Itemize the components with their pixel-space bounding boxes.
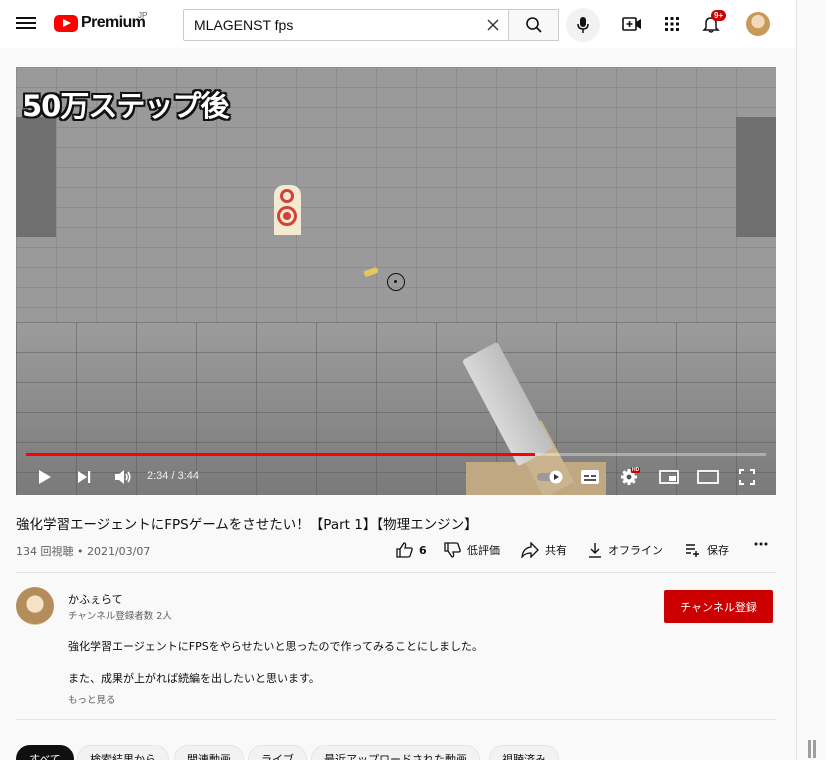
download-icon [589, 543, 601, 558]
share-icon [521, 542, 539, 558]
play-icon [39, 470, 51, 484]
thumbs-up-icon [396, 542, 413, 558]
play-button[interactable] [33, 465, 57, 489]
channel-name[interactable]: かふぇらて [68, 591, 123, 607]
chip-live[interactable]: ライブ [248, 745, 307, 760]
video-frame-pillar [736, 117, 776, 237]
divider [16, 572, 776, 573]
time-current: 2:34 [147, 470, 169, 482]
search-icon [525, 17, 542, 33]
youtube-watch-page: Premium JP MLAGENST fps 9+ 50万ステップ後 2:34… [0, 0, 826, 760]
youtube-play-icon [54, 14, 78, 32]
account-avatar[interactable] [746, 12, 770, 36]
search-query[interactable]: MLAGENST fps [194, 17, 293, 33]
chip-watched[interactable]: 視聴済み [489, 745, 559, 760]
playlist-add-icon [686, 544, 699, 557]
search-button[interactable] [508, 9, 559, 41]
miniplayer-icon [659, 470, 679, 484]
microphone-icon [577, 17, 589, 33]
show-more-link[interactable]: もっと見る [68, 692, 116, 706]
share-label: 共有 [545, 544, 567, 557]
autoplay-toggle-icon [537, 470, 563, 484]
more-horizontal-icon [754, 542, 768, 546]
voice-search-button[interactable] [566, 8, 600, 42]
thumbs-down-icon [444, 542, 461, 558]
shooting-target [274, 185, 301, 235]
next-button[interactable] [72, 465, 96, 489]
share-button[interactable]: 共有 [521, 542, 567, 558]
youtube-logo[interactable]: Premium [54, 14, 146, 32]
search-input[interactable]: MLAGENST fps [183, 9, 509, 41]
video-meta: 134 回視聴 • 2021/03/07 [16, 545, 151, 558]
save-button[interactable]: 保存 [685, 542, 729, 558]
channel-subscriber-count: チャンネル登録者数 2人 [68, 611, 172, 622]
create-video-icon [622, 17, 641, 31]
subtitles-icon [581, 470, 599, 484]
menu-icon[interactable] [16, 14, 36, 34]
subscribe-button[interactable]: チャンネル登録 [664, 590, 773, 623]
video-frame-pillar [16, 117, 56, 237]
time-display: 2:34 / 3:44 [147, 470, 199, 482]
subtitles-button[interactable] [578, 465, 602, 489]
chip-all[interactable]: すべて [16, 745, 74, 760]
volume-button[interactable] [111, 465, 135, 489]
clear-icon[interactable] [485, 17, 501, 33]
video-player[interactable]: 50万ステップ後 2:34 / 3:44 HD [16, 67, 776, 495]
time-separator: / [168, 470, 178, 482]
autoplay-toggle[interactable] [536, 465, 566, 489]
scrollbar-grip[interactable] [808, 740, 820, 760]
player-controls: 2:34 / 3:44 HD [16, 459, 776, 495]
time-total: 3:44 [177, 470, 200, 482]
more-actions-button[interactable] [754, 542, 774, 546]
notifications-button[interactable]: 9+ [699, 10, 727, 36]
logo-region: JP [138, 11, 148, 20]
fullscreen-button[interactable] [735, 465, 759, 489]
like-button[interactable]: 6 [396, 542, 427, 558]
divider [16, 719, 776, 720]
channel-avatar[interactable] [16, 587, 54, 625]
apps-button[interactable] [660, 12, 684, 36]
description-line: また、成果が上がれば続編を出したいと思います。 [68, 672, 320, 685]
like-count: 6 [419, 543, 427, 557]
volume-icon [115, 470, 131, 484]
chip-recently-uploaded[interactable]: 最近アップロードされた動画 [311, 745, 480, 760]
create-video-button[interactable] [620, 12, 644, 36]
chip-related[interactable]: 関連動画 [174, 745, 244, 760]
settings-button[interactable]: HD [617, 465, 641, 489]
theater-mode-icon [697, 470, 719, 484]
save-label: 保存 [707, 544, 729, 557]
page-scrollbar[interactable] [796, 0, 826, 760]
progress-bar-fill [26, 453, 536, 456]
skip-next-icon [78, 471, 91, 483]
notification-badge: 9+ [711, 10, 727, 21]
logo-text: Premium [81, 14, 146, 31]
offline-button[interactable]: オフライン [588, 542, 663, 558]
description-line: 強化学習エージェントにFPSをやらせたいと思ったので作ってみることにしました。 [68, 640, 483, 653]
video-overlay-title: 50万ステップ後 [22, 89, 229, 123]
video-title: 強化学習エージェントにFPSゲームをさせたい！【Part 1】【物理エンジン】 [16, 517, 478, 533]
apps-grid-icon [665, 17, 679, 31]
chip-from-search[interactable]: 検索結果から [77, 745, 169, 760]
dislike-button[interactable]: 低評価 [444, 542, 500, 558]
hd-badge: HD [631, 467, 641, 473]
masthead: Premium JP MLAGENST fps 9+ [0, 0, 796, 48]
theater-mode-button[interactable] [696, 465, 720, 489]
fullscreen-icon [739, 469, 755, 485]
miniplayer-button[interactable] [657, 465, 681, 489]
dislike-label: 低評価 [467, 544, 500, 557]
progress-bar[interactable] [26, 453, 766, 456]
crosshair-icon [387, 273, 405, 291]
offline-label: オフライン [608, 544, 663, 557]
